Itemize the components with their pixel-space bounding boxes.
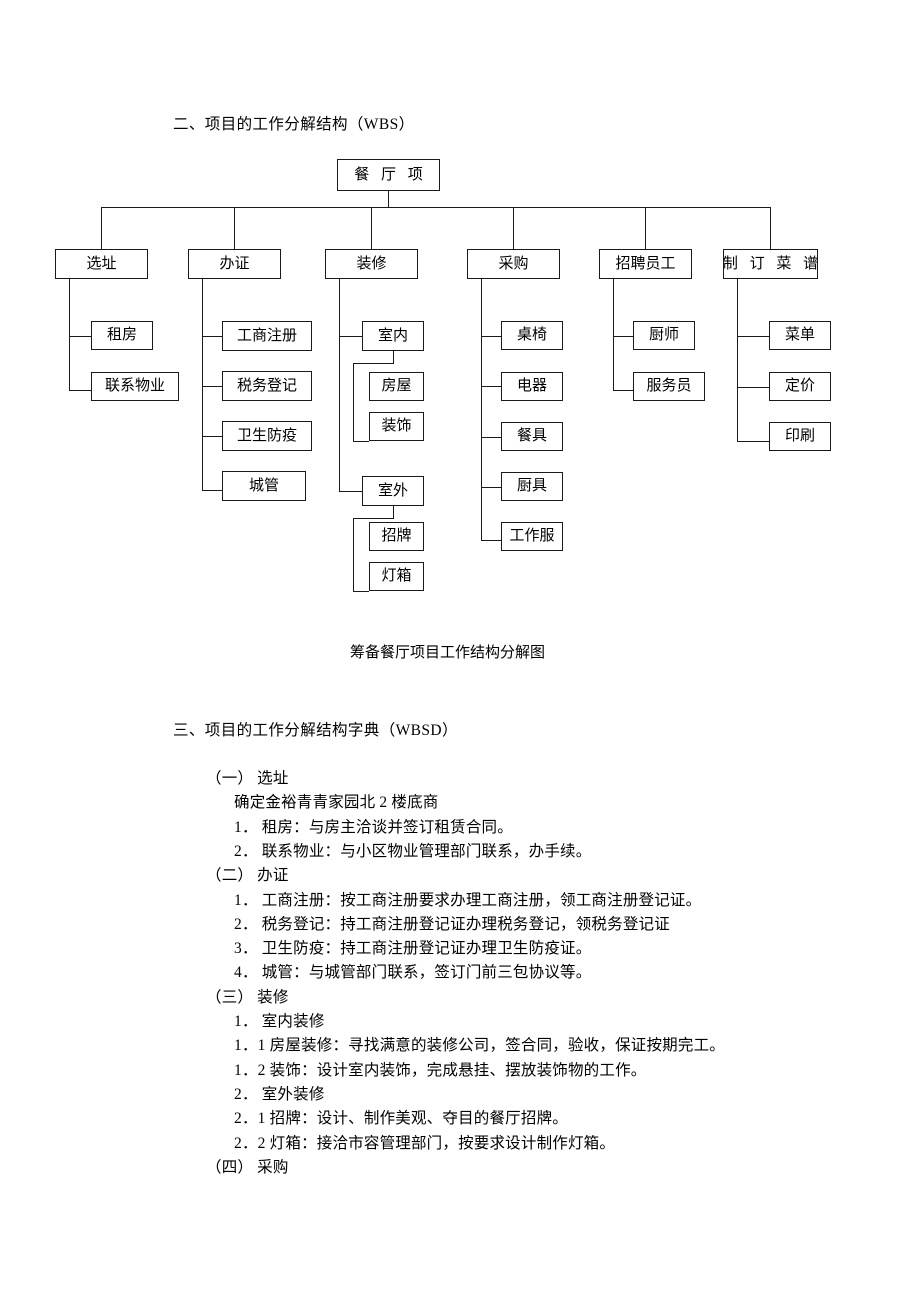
connector-level2-bus <box>101 207 771 209</box>
wbsd-line: （一） 选址 <box>206 770 289 787</box>
connector-drop-xuanzhi <box>101 207 103 249</box>
wbsd-line: （三） 装修 <box>206 988 289 1006</box>
connector-banzheng-shuiwu <box>202 386 222 388</box>
connector-shinei-zhuangshi <box>353 441 369 443</box>
wbs-node-shiwai: 室外 <box>362 476 424 506</box>
wbs-node-zhuangshi: 装饰 <box>369 412 424 441</box>
wbsd-line: 1．2 装饰：设计室内装饰，完成悬挂、摆放装饰物的工作。 <box>234 1061 647 1079</box>
wbs-node-caipu: 制 订 菜 谱 <box>723 249 818 279</box>
connector-shiwai-dengxiang <box>353 591 369 593</box>
connector-spine-caigou <box>481 279 483 541</box>
connector-caipu-yinshua <box>737 441 769 443</box>
wbsd-line: 1． 室内装修 <box>234 1013 325 1030</box>
connector-spine-zhuangxiu <box>339 279 341 492</box>
connector-zhaopin-chushi <box>613 336 633 338</box>
wbsd-line: 2． 税务登记：持工商注册登记证办理税务登记，领税务登记证 <box>234 915 670 933</box>
wbs-node-banzheng: 办证 <box>188 249 281 279</box>
wbs-diagram: 餐 厅 项 选址 办证 装修 采购 招聘员工 制 订 菜 谱 租房 联系物业 工… <box>0 0 920 620</box>
section-heading-wbsd: 三、项目的工作分解结构字典（WBSD） <box>173 722 458 739</box>
connector-drop-caigou <box>513 207 515 249</box>
wbs-node-zufang: 租房 <box>91 321 153 350</box>
wbs-node-dengxiang: 灯箱 <box>369 562 424 591</box>
wbs-node-canju: 餐具 <box>501 422 563 451</box>
connector-spine-caipu <box>737 279 739 442</box>
wbs-node-chengguan: 城管 <box>222 471 306 501</box>
connector-caipu-caidan <box>737 336 769 338</box>
wbs-node-xuanzhi: 选址 <box>55 249 148 279</box>
wbs-node-lianxiwuye: 联系物业 <box>91 372 179 401</box>
wbsd-line: 2．1 招牌：设计、制作美观、夺目的餐厅招牌。 <box>234 1110 568 1128</box>
connector-drop-caipu <box>770 207 772 249</box>
connector-caigou-gongzuofu <box>481 540 501 542</box>
connector-caigou-chuju <box>481 487 501 489</box>
wbsd-line: 2． 联系物业：与小区物业管理部门联系，办手续。 <box>234 842 592 860</box>
wbsd-line: 2．2 灯箱：接洽市容管理部门，按要求设计制作灯箱。 <box>234 1134 616 1152</box>
connector-shinei-spine <box>353 363 355 441</box>
wbs-node-zhaopin: 招聘员工 <box>599 249 692 279</box>
connector-zhuangxiu-shiwai <box>339 491 362 493</box>
connector-shiwai-stem <box>393 506 395 518</box>
wbs-node-zhaopai: 招牌 <box>369 522 424 551</box>
connector-spine-xuanzhi <box>69 279 71 391</box>
wbsd-line: 确定金裕青青家园北 2 楼底商 <box>234 794 439 812</box>
wbsd-line: 4． 城管：与城管部门联系，签订门前三包协议等。 <box>234 964 592 982</box>
connector-shiwai-spine <box>353 518 355 591</box>
connector-zhuangxiu-shinei <box>339 336 362 338</box>
wbs-node-fuwuyuan: 服务员 <box>633 372 705 401</box>
connector-drop-zhaopin <box>645 207 647 249</box>
wbsd-line: 3． 卫生防疫：持工商注册登记证办理卫生防疫证。 <box>234 940 592 958</box>
connector-caigou-zhuoyi <box>481 336 501 338</box>
connector-caigou-dianqi <box>481 386 501 388</box>
wbsd-line: （二） 办证 <box>206 867 289 885</box>
wbs-node-fangwu: 房屋 <box>369 372 424 401</box>
wbsd-line: 1． 租房：与房主洽谈并签订租赁合同。 <box>234 818 513 836</box>
connector-xuanzhi-zufang <box>69 336 91 338</box>
wbs-node-dingjia: 定价 <box>769 372 831 401</box>
connector-caipu-dingjia <box>737 387 769 389</box>
wbs-chart-caption: 筹备餐厅项目工作结构分解图 <box>350 645 546 661</box>
wbs-node-chuju: 厨具 <box>501 472 563 501</box>
wbs-node-root: 餐 厅 项 <box>337 159 440 191</box>
connector-caigou-canju <box>481 437 501 439</box>
connector-banzheng-weisheng <box>202 436 222 438</box>
wbs-node-yinshua: 印刷 <box>769 422 831 451</box>
connector-root-stem <box>388 191 390 208</box>
connector-banzheng-chengguan <box>202 490 222 492</box>
connector-spine-banzheng <box>202 279 204 491</box>
wbs-node-chushi: 厨师 <box>633 321 695 350</box>
connector-zhaopin-fuwuyuan <box>613 390 633 392</box>
connector-banzheng-gongshang <box>202 336 222 338</box>
wbs-node-caigou: 采购 <box>467 249 560 279</box>
wbs-node-weishengfangyi: 卫生防疫 <box>222 421 312 451</box>
connector-shinei-bus <box>353 363 394 365</box>
wbsd-line: （四） 采购 <box>206 1158 289 1176</box>
wbs-node-gongzuofu: 工作服 <box>501 522 563 551</box>
wbs-node-zhuangxiu: 装修 <box>325 249 418 279</box>
wbsd-line: 1． 工商注册：按工商注册要求办理工商注册，领工商注册登记证。 <box>234 891 702 909</box>
connector-xuanzhi-lianxi <box>69 390 91 392</box>
wbs-node-zhuoyi: 桌椅 <box>501 321 563 350</box>
wbsd-line: 2． 室外装修 <box>234 1085 325 1103</box>
connector-shiwai-bus <box>353 518 394 520</box>
connector-shinei-stem <box>393 351 395 363</box>
wbs-node-gongshangzhuce: 工商注册 <box>222 321 312 351</box>
wbs-node-caidan: 菜单 <box>769 321 831 350</box>
wbsd-line: 1．1 房屋装修：寻找满意的装修公司，签合同，验收，保证按期完工。 <box>234 1037 725 1055</box>
connector-spine-zhaopin <box>613 279 615 391</box>
connector-drop-banzheng <box>234 207 236 249</box>
wbs-node-shinei: 室内 <box>362 321 424 351</box>
wbs-node-shuiwudengji: 税务登记 <box>222 371 312 401</box>
wbs-node-dianqi: 电器 <box>501 372 563 401</box>
connector-drop-zhuangxiu <box>371 207 373 249</box>
